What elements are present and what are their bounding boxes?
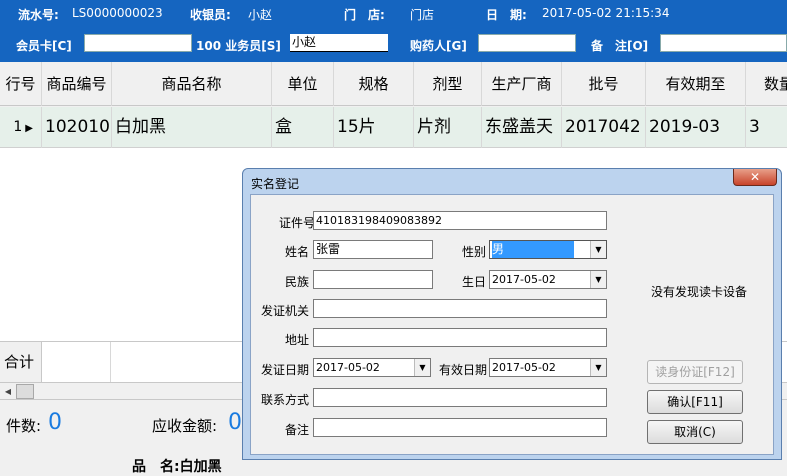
cell-name[interactable]: 白加黑 — [112, 107, 272, 148]
cell-code[interactable]: 102010 — [42, 107, 112, 148]
cell-qty[interactable]: 3 — [746, 107, 787, 148]
cashier-label: 收银员: — [190, 8, 231, 22]
dialog-body: 证件号 410183198409083892 姓名 张雷 性别 男 ▼ 民族 生… — [250, 194, 774, 455]
scroll-thumb[interactable] — [16, 384, 34, 399]
issue-date-label: 发证日期 — [260, 363, 309, 377]
date-value: 2017-05-02 21:15:34 — [542, 6, 670, 20]
cashier-value: 小赵 — [248, 8, 273, 22]
row-pointer-icon: ▶ — [25, 123, 33, 134]
issuer-input[interactable] — [313, 299, 607, 318]
cancel-button[interactable]: 取消(C) — [647, 420, 743, 444]
member-card-input[interactable] — [84, 34, 192, 52]
valid-date-picker[interactable]: 2017-05-02 ▼ — [489, 358, 607, 377]
contact-label: 联系方式 — [260, 393, 309, 407]
gender-selected: 男 — [492, 241, 574, 258]
store-value: 门店 — [410, 8, 435, 22]
due-label: 应收金额: — [152, 417, 218, 435]
sum-divider — [110, 342, 111, 382]
col-row-no[interactable]: 行号 — [0, 62, 42, 106]
cell-form[interactable]: 片剂 — [414, 107, 482, 148]
chevron-down-icon[interactable]: ▼ — [590, 271, 606, 288]
col-form[interactable]: 剂型 — [414, 62, 482, 106]
issuer-label: 发证机关 — [260, 304, 309, 318]
birth-value: 2017-05-02 — [492, 273, 556, 286]
col-unit[interactable]: 单位 — [272, 62, 334, 106]
note-label: 备注 — [284, 423, 309, 437]
buyer-input[interactable] — [478, 34, 576, 52]
scroll-left-icon[interactable]: ◀ — [2, 385, 14, 398]
col-name[interactable]: 商品名称 — [112, 62, 272, 106]
col-code[interactable]: 商品编号 — [42, 62, 112, 106]
chevron-down-icon[interactable]: ▼ — [590, 359, 606, 376]
col-qty[interactable]: 数量 — [746, 62, 787, 106]
col-expiry[interactable]: 有效期至 — [646, 62, 746, 106]
dialog-title: 实名登记 — [251, 177, 300, 191]
cell-unit[interactable]: 盒 — [272, 107, 334, 148]
ethnic-label: 民族 — [284, 275, 309, 289]
count-label: 件数: — [6, 417, 42, 435]
close-icon[interactable]: ✕ — [733, 169, 777, 186]
valid-date-label: 有效日期 — [438, 363, 487, 377]
row-no: 1 — [13, 119, 23, 135]
ethnic-input[interactable] — [313, 270, 433, 289]
store-label: 门 店: — [344, 8, 385, 22]
read-id-button[interactable]: 读身份证[F12] — [647, 360, 743, 384]
table-header: 行号 商品编号 商品名称 单位 规格 剂型 生产厂商 批号 有效期至 数量 — [0, 62, 787, 106]
remark-label: 备 注[O] — [591, 39, 649, 53]
device-status: 没有发现读卡设备 — [651, 285, 748, 299]
salesman-input[interactable]: 小赵 — [290, 34, 388, 52]
salesman-label: 100 业务员[S] — [196, 39, 281, 53]
col-maker[interactable]: 生产厂商 — [482, 62, 562, 106]
gender-label: 性别 — [461, 245, 486, 259]
col-batch[interactable]: 批号 — [562, 62, 646, 106]
member-card-label: 会员卡[C] — [16, 39, 72, 53]
product-name-partial: 品 名:白加黑 — [132, 459, 222, 475]
birth-label: 生日 — [461, 275, 486, 289]
table-row[interactable]: 1 ▶ 102010 白加黑 盒 15片 片剂 东盛盖天 2017042 2019… — [0, 107, 787, 148]
valid-date-value: 2017-05-02 — [492, 361, 556, 374]
contact-input[interactable] — [313, 388, 607, 407]
issue-date-picker[interactable]: 2017-05-02 ▼ — [313, 358, 431, 377]
cell-maker[interactable]: 东盛盖天 — [482, 107, 562, 148]
birth-picker[interactable]: 2017-05-02 ▼ — [489, 270, 607, 289]
chevron-down-icon[interactable]: ▼ — [590, 241, 606, 258]
count-value: 0 — [48, 410, 62, 435]
gender-select[interactable]: 男 ▼ — [489, 240, 607, 259]
cell-spec[interactable]: 15片 — [334, 107, 414, 148]
address-label: 地址 — [284, 333, 309, 347]
serial-value: LS0000000023 — [72, 6, 163, 20]
due-value: 0 — [228, 410, 242, 435]
header-bar: 流水号: LS0000000023 收银员: 小赵 门 店: 门店 日 期: 2… — [0, 0, 787, 62]
id-label: 证件号 — [279, 216, 316, 230]
buyer-label: 购药人[G] — [410, 39, 467, 53]
name-input[interactable]: 张雷 — [313, 240, 433, 259]
real-name-dialog: 实名登记 ✕ 证件号 410183198409083892 姓名 张雷 性别 男… — [242, 168, 782, 460]
row-no-cell: 1 ▶ — [0, 107, 42, 148]
note-input[interactable] — [313, 418, 607, 437]
name-label: 姓名 — [284, 245, 309, 259]
serial-label: 流水号: — [18, 8, 59, 22]
address-input[interactable] — [313, 328, 607, 347]
cell-expiry[interactable]: 2019-03 — [646, 107, 746, 148]
cell-batch[interactable]: 2017042 — [562, 107, 646, 148]
id-input[interactable]: 410183198409083892 — [313, 211, 607, 230]
col-spec[interactable]: 规格 — [334, 62, 414, 106]
date-label: 日 期: — [486, 8, 527, 22]
confirm-button[interactable]: 确认[F11] — [647, 390, 743, 414]
sum-label: 合计 — [0, 342, 42, 382]
chevron-down-icon[interactable]: ▼ — [414, 359, 430, 376]
issue-date-value: 2017-05-02 — [316, 361, 380, 374]
remark-input[interactable] — [660, 34, 787, 52]
